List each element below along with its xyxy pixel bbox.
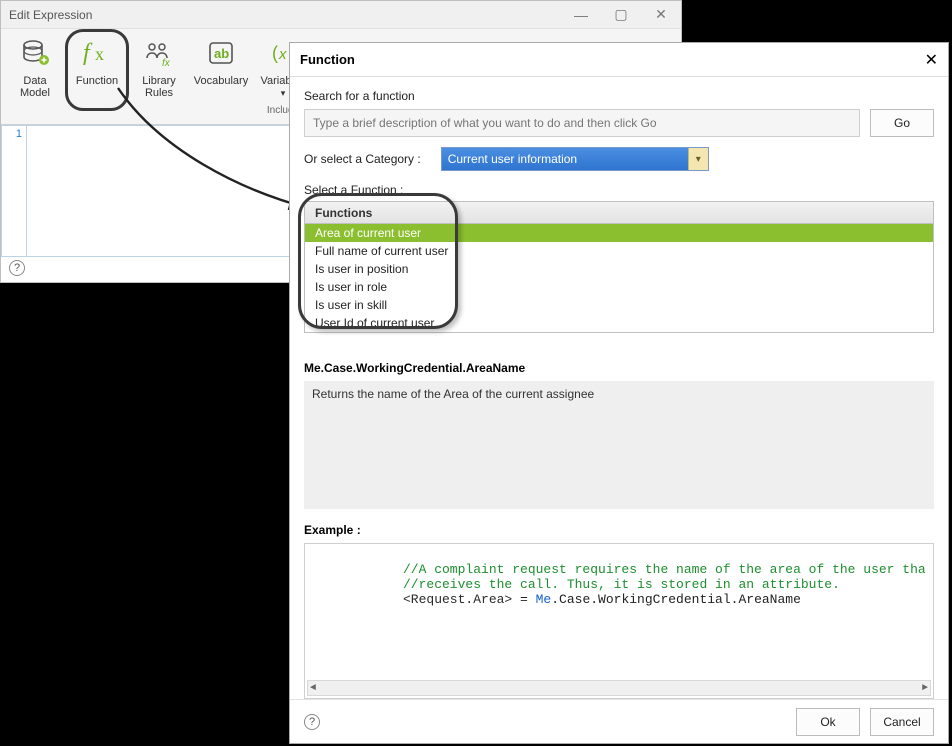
horizontal-scrollbar[interactable]: ◄► (307, 680, 931, 696)
svg-text:x: x (278, 46, 287, 63)
function-item[interactable]: Is user in skill (305, 296, 933, 314)
example-code: //A complaint request requires the name … (304, 543, 934, 699)
ribbon-label: Vocabulary (194, 75, 248, 87)
example-label: Example : (304, 523, 934, 537)
ribbon-label: Function (76, 75, 118, 87)
close-button[interactable]: ✕ (641, 1, 681, 29)
select-function-label: Select a Function : (304, 183, 934, 197)
ribbon-vocabulary[interactable]: ab Vocabulary (197, 35, 245, 87)
dialog-footer: ? Ok Cancel (290, 699, 948, 743)
vocabulary-icon: ab (203, 35, 239, 71)
line-gutter: 1 (1, 125, 27, 257)
category-value: Current user information (448, 152, 577, 166)
function-item[interactable]: Is user in position (305, 260, 933, 278)
chevron-down-icon: ▾ (688, 148, 708, 170)
titlebar: Edit Expression — ▢ ✕ (1, 1, 681, 29)
svg-text:fx: fx (162, 58, 171, 68)
close-icon[interactable]: ✕ (925, 50, 938, 70)
ribbon-function[interactable]: fx Function (73, 35, 121, 87)
help-icon[interactable]: ? (9, 260, 25, 276)
search-label: Search for a function (304, 89, 934, 103)
scroll-left-icon[interactable]: ◄ (310, 683, 316, 694)
category-combobox[interactable]: Current user information ▾ (441, 147, 709, 171)
ribbon-library-rules[interactable]: fx LibraryRules (135, 35, 183, 99)
category-label: Or select a Category : (304, 152, 421, 166)
functions-panel-wrap: Functions Area of current user Full name… (304, 197, 934, 339)
go-button[interactable]: Go (870, 109, 934, 137)
ribbon-data-model[interactable]: DataModel (11, 35, 59, 99)
dialog-body: Search for a function Go Or select a Cat… (290, 77, 948, 699)
function-dialog: Function ✕ Search for a function Go Or s… (289, 42, 949, 744)
help-icon[interactable]: ? (304, 714, 320, 730)
svg-text:x: x (95, 44, 104, 64)
svg-text:(: ( (272, 43, 278, 63)
fx-icon: fx (79, 35, 115, 71)
svg-text:f: f (83, 40, 93, 66)
svg-text:ab: ab (214, 46, 229, 61)
function-description: Returns the name of the Area of the curr… (304, 381, 934, 509)
dialog-title: Function (300, 52, 355, 67)
ribbon-label: LibraryRules (142, 75, 176, 99)
function-item[interactable]: User Id of current user (305, 314, 933, 332)
search-input[interactable] (304, 109, 860, 137)
function-item[interactable]: Is user in role (305, 278, 933, 296)
ribbon-label: DataModel (20, 75, 50, 99)
window-controls: — ▢ ✕ (561, 1, 681, 29)
cancel-button[interactable]: Cancel (870, 708, 934, 736)
dialog-titlebar: Function ✕ (290, 43, 948, 77)
scroll-right-icon[interactable]: ► (922, 683, 928, 694)
window-title: Edit Expression (9, 8, 92, 22)
library-icon: fx (141, 35, 177, 71)
functions-header: Functions (305, 202, 933, 224)
function-signature: Me.Case.WorkingCredential.AreaName (304, 361, 934, 375)
database-icon (17, 35, 53, 71)
function-item[interactable]: Area of current user (305, 224, 933, 242)
functions-panel: Functions Area of current user Full name… (304, 201, 934, 333)
maximize-button[interactable]: ▢ (601, 1, 641, 29)
functions-list[interactable]: Area of current user Full name of curren… (305, 224, 933, 332)
minimize-button[interactable]: — (561, 1, 601, 29)
ok-button[interactable]: Ok (796, 708, 860, 736)
function-item[interactable]: Full name of current user (305, 242, 933, 260)
